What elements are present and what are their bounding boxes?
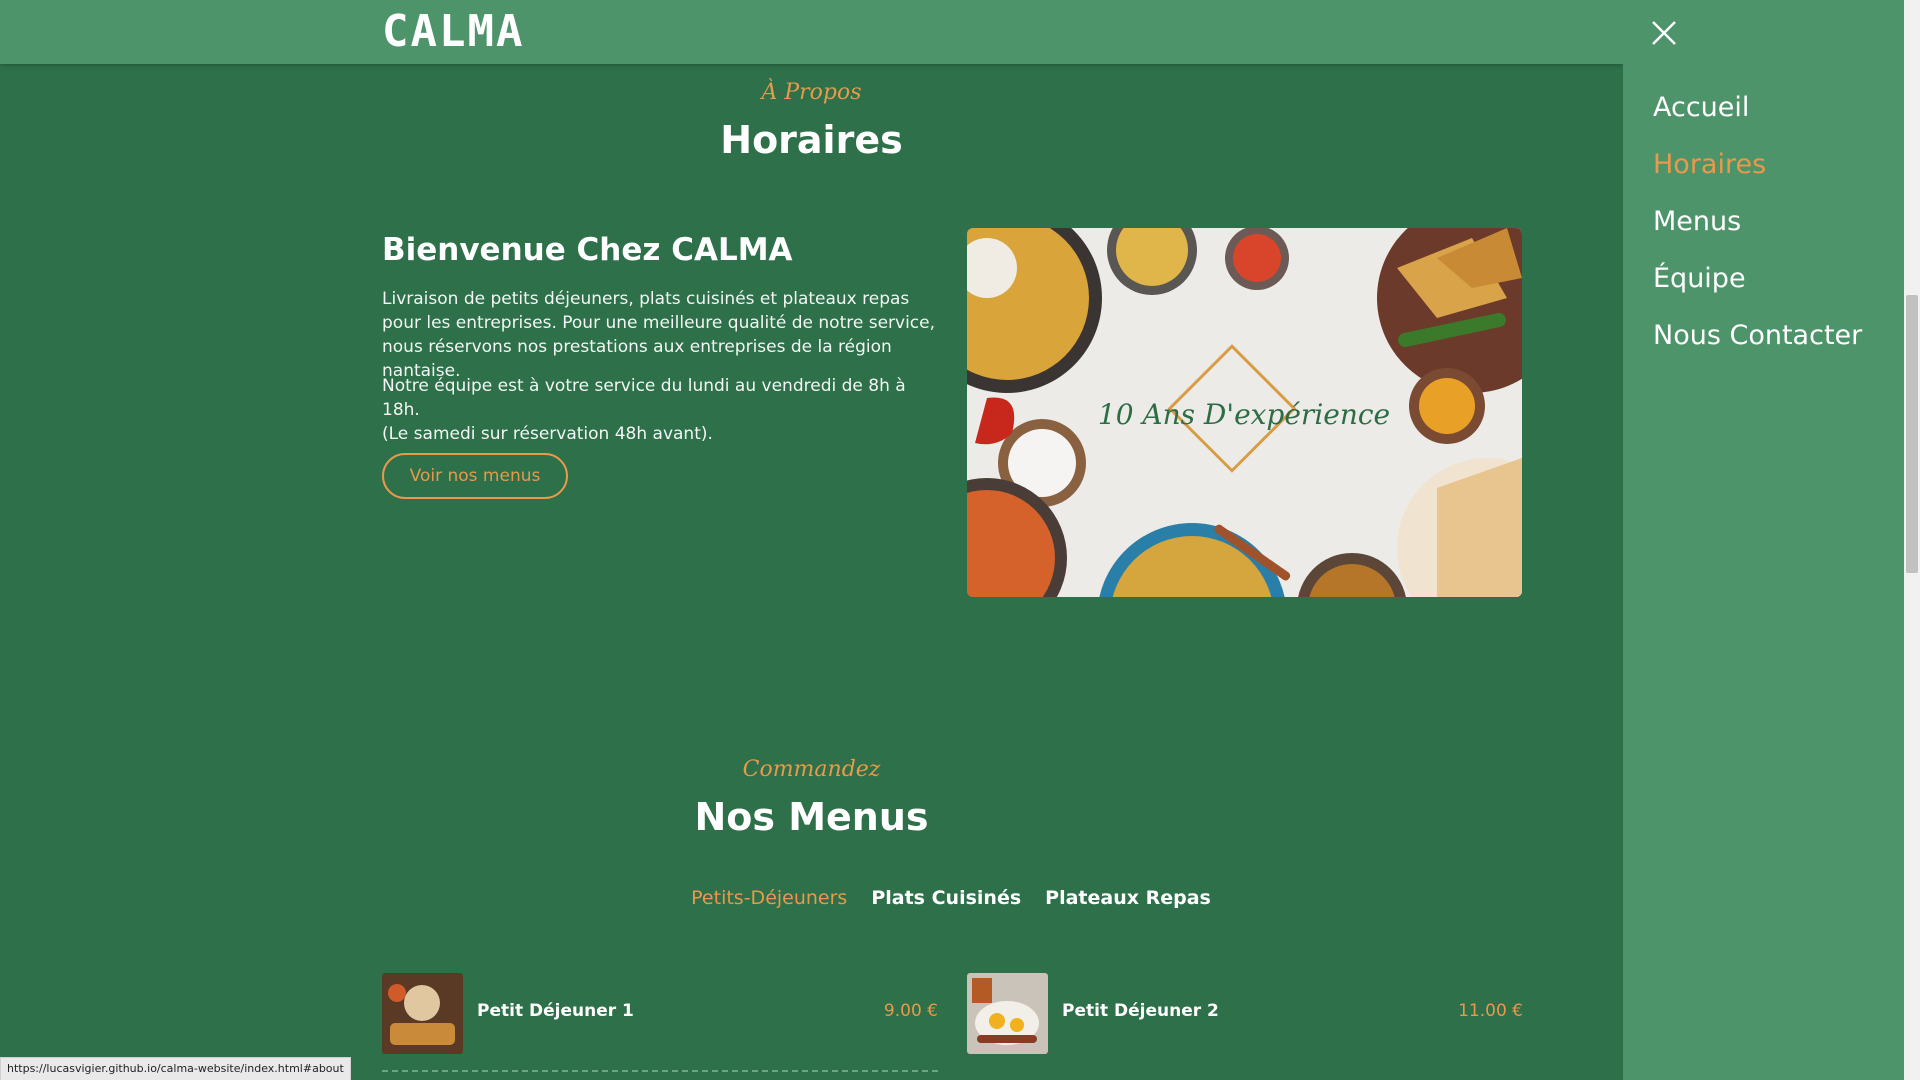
side-nav-drawer: Accueil Horaires Menus Équipe Nous Conta… — [1623, 0, 1904, 1080]
about-subtitle: À Propos — [761, 80, 862, 105]
see-menus-button[interactable]: Voir nos menus — [382, 453, 568, 499]
menu-item-name: Petit Déjeuner 1 — [477, 1001, 634, 1021]
nav-item-accueil[interactable]: Accueil — [1653, 92, 1749, 123]
welcome-heading: Bienvenue Chez CALMA — [382, 232, 793, 268]
menu-item-name: Petit Déjeuner 2 — [1062, 1001, 1219, 1021]
tab-plats-cuisines[interactable]: Plats Cuisinés — [871, 887, 1021, 909]
menus-subtitle: Commandez — [742, 757, 881, 782]
nav-item-menus[interactable]: Menus — [1653, 206, 1741, 237]
menu-item-thumbnail — [967, 973, 1048, 1054]
about-paragraph-1: Livraison de petits déjeuners, plats cui… — [382, 289, 936, 381]
image-caption: 10 Ans D'expérience — [1098, 398, 1390, 431]
nav-item-equipe[interactable]: Équipe — [1653, 263, 1746, 294]
about-title: Horaires — [720, 118, 903, 162]
menu-item-price: 11.00 € — [1458, 1001, 1523, 1021]
tab-plateaux-repas[interactable]: Plateaux Repas — [1045, 887, 1211, 909]
menu-item[interactable]: Petit Déjeuner 2 11.00 € — [967, 973, 1523, 1070]
nav-item-horaires[interactable]: Horaires — [1653, 149, 1766, 180]
about-paragraph-2: Notre équipe est à votre service du lund… — [382, 374, 942, 446]
menu-item-thumbnail — [382, 973, 463, 1054]
site-logo[interactable]: CALMA — [382, 8, 524, 56]
menu-item-divider — [382, 1070, 938, 1072]
link-status-bar: https://lucasvigier.github.io/calma-webs… — [0, 1057, 351, 1080]
menu-item-price: 9.00 € — [883, 1001, 938, 1021]
menus-title: Nos Menus — [694, 795, 929, 839]
close-icon[interactable] — [1651, 20, 1677, 46]
food-hero-image: 10 Ans D'expérience — [967, 228, 1522, 597]
menu-tabs: Petits-Déjeuners Plats Cuisinés Plateaux… — [0, 887, 1902, 909]
top-navbar: CALMA — [0, 0, 1623, 64]
hours-line: Notre équipe est à votre service du lund… — [382, 376, 906, 420]
page-scrollbar[interactable] — [1904, 0, 1920, 1080]
scrollbar-thumb[interactable] — [1906, 295, 1918, 573]
saturday-line: (Le samedi sur réservation 48h avant). — [382, 424, 713, 444]
tab-petits-dejeuners[interactable]: Petits-Déjeuners — [691, 887, 847, 909]
menu-item[interactable]: Petit Déjeuner 1 9.00 € — [382, 973, 938, 1072]
nav-item-nous-contacter[interactable]: Nous Contacter — [1653, 320, 1862, 351]
